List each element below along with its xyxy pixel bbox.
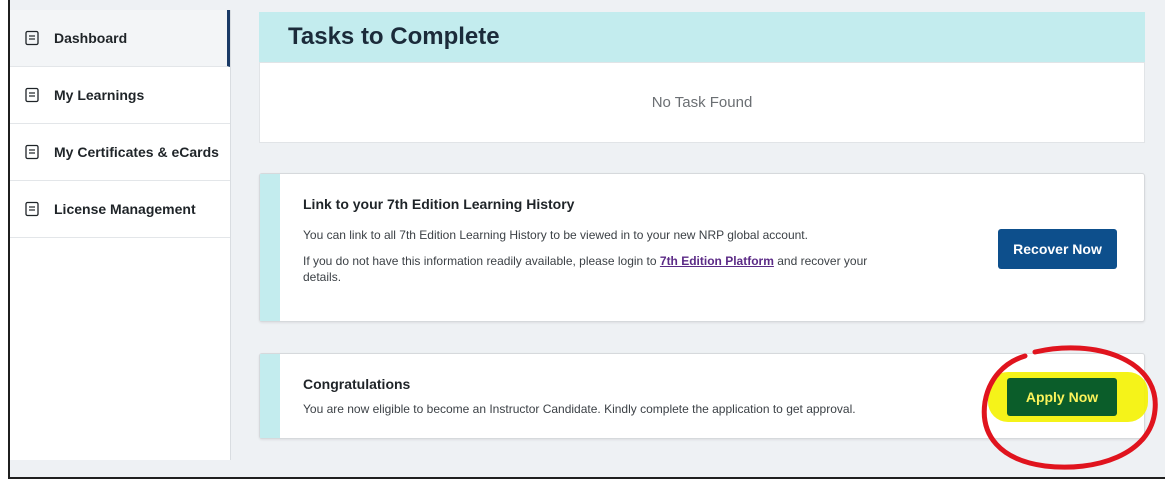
tasks-title: Tasks to Complete: [259, 12, 1145, 62]
document-icon: [25, 87, 39, 103]
sidebar-item-label: Dashboard: [54, 30, 128, 46]
sidebar-item-license-management[interactable]: License Management: [10, 181, 230, 238]
card-accent-stripe: [260, 354, 280, 438]
document-icon: [25, 144, 39, 160]
recover-now-button[interactable]: Recover Now: [998, 229, 1117, 269]
tasks-empty-message: No Task Found: [259, 62, 1145, 143]
link-card-instructions: If you do not have this information read…: [303, 253, 867, 269]
link-card-title: Link to your 7th Edition Learning Histor…: [303, 196, 575, 212]
card-accent-stripe: [260, 174, 280, 321]
sidebar: Dashboard My Learnings My Certificates &…: [10, 10, 231, 460]
sidebar-item-certificates[interactable]: My Certificates & eCards: [10, 124, 230, 181]
sidebar-item-label: My Learnings: [54, 87, 145, 103]
sidebar-item-my-learnings[interactable]: My Learnings: [10, 67, 230, 124]
sidebar-item-dashboard[interactable]: Dashboard: [10, 10, 230, 67]
apply-now-button[interactable]: Apply Now: [1007, 378, 1117, 416]
link-card-instructions-prefix: If you do not have this information read…: [303, 254, 660, 268]
sidebar-item-label: License Management: [54, 201, 196, 217]
document-icon: [25, 30, 39, 46]
link-card-instructions-suffix: and recover your: [773, 254, 868, 268]
congrats-card-title: Congratulations: [303, 376, 411, 392]
congrats-card-text: You are now eligible to become an Instru…: [303, 402, 856, 416]
main-content: Tasks to Complete No Task Found Link to …: [232, 10, 1160, 460]
link-card-instructions-end: details.: [303, 270, 342, 284]
link-history-card: Link to your 7th Edition Learning Histor…: [259, 173, 1145, 322]
link-card-description: You can link to all 7th Edition Learning…: [303, 228, 808, 242]
document-icon: [25, 201, 39, 217]
congratulations-card: Congratulations You are now eligible to …: [259, 353, 1148, 439]
seventh-edition-platform-link[interactable]: 7th Edition Platform: [660, 254, 774, 268]
sidebar-item-label: My Certificates & eCards: [54, 144, 219, 160]
